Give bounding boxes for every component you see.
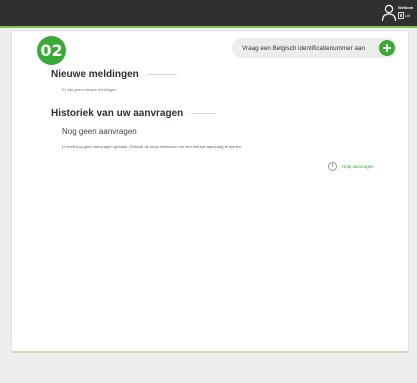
logout-icon	[398, 12, 404, 19]
main-card: 02 Vraag een Belgisch identificatienumme…	[11, 30, 409, 353]
notifications-title: Nieuwe meldingen	[51, 69, 139, 80]
request-button-label: Vraag een Belgisch identificatienummer a…	[242, 44, 365, 52]
user-icon[interactable]	[381, 4, 397, 22]
user-menu[interactable]: Welkom Uit	[381, 4, 417, 24]
logout-button[interactable]: Uit	[398, 12, 417, 20]
notifications-divider	[146, 74, 177, 75]
notifications-empty-text: Er zijn geen nieuwe meldingen	[62, 87, 117, 92]
help-label: Hulp aanvragen	[342, 163, 374, 169]
welcome-text: Welkom	[398, 5, 414, 10]
history-heading: Historiek van uw aanvragen	[51, 108, 217, 119]
logout-label: Uit	[405, 13, 410, 18]
plus-circle-icon	[379, 40, 395, 56]
help-link[interactable]: i Hulp aanvragen	[328, 161, 374, 171]
step-badge: 02	[37, 36, 66, 65]
request-identification-number-button[interactable]: Vraag een Belgisch identificatienummer a…	[232, 38, 397, 58]
no-requests-text: U heeft nog geen aanvragen gedaan. Gebru…	[62, 144, 243, 149]
top-bar: Welkom Uit	[0, 0, 417, 28]
no-requests-title: Nog geen aanvragen	[62, 127, 137, 136]
notifications-heading: Nieuwe meldingen	[51, 69, 177, 80]
history-divider	[191, 113, 217, 114]
history-title: Historiek van uw aanvragen	[51, 108, 184, 119]
info-icon: i	[328, 161, 337, 171]
